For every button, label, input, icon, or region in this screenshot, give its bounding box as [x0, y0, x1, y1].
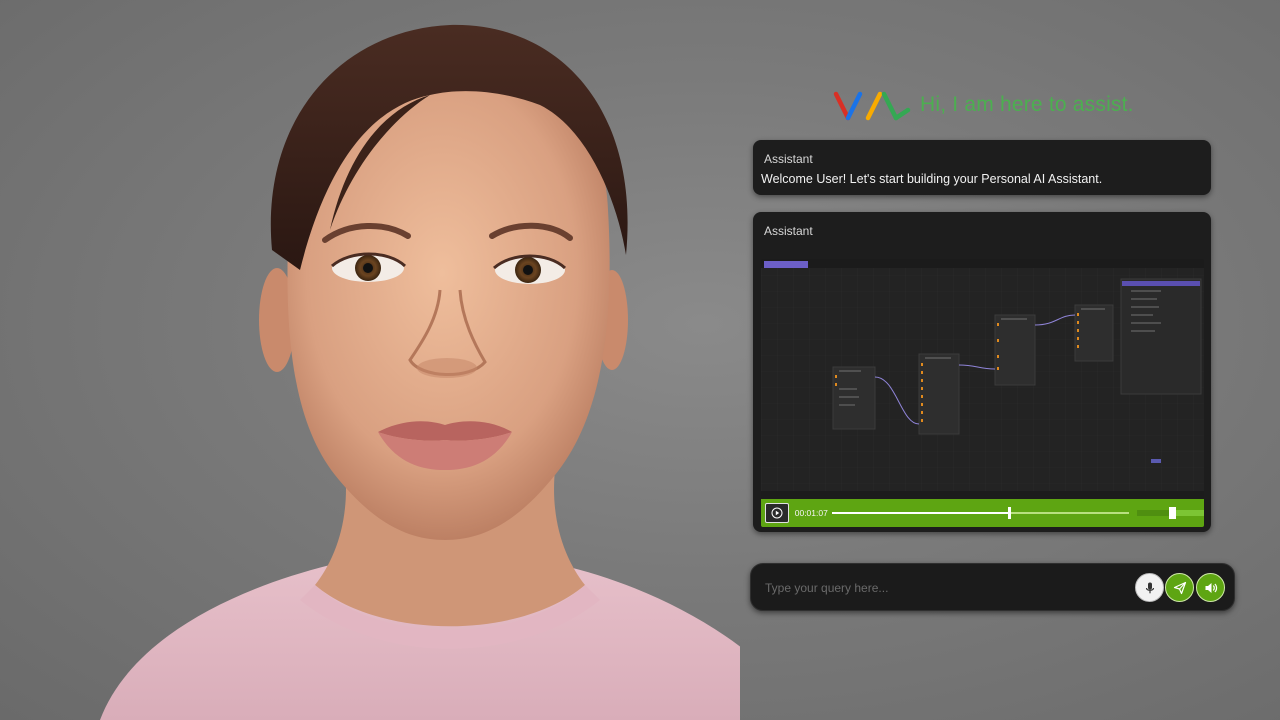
video-controls: 00:01:07: [761, 499, 1204, 527]
send-icon: [1173, 581, 1186, 594]
video-timestamp: 00:01:07: [794, 508, 828, 518]
volume-level: [1136, 510, 1169, 516]
seek-handle[interactable]: [1008, 507, 1012, 519]
volume-handle[interactable]: [1168, 507, 1176, 519]
microphone-button[interactable]: [1135, 573, 1164, 602]
assistant-video-card: Assistant 00:01:07: [753, 212, 1211, 532]
send-button[interactable]: [1165, 573, 1194, 602]
speaker-button[interactable]: [1196, 573, 1225, 602]
greeting-text: Hi, I am here to assist.: [920, 93, 1134, 116]
seek-slider[interactable]: [832, 506, 1129, 520]
seek-progress: [832, 512, 1010, 514]
play-button[interactable]: [765, 503, 789, 523]
message-sender: Assistant: [764, 224, 813, 238]
play-icon: [771, 507, 783, 519]
video-frame-node-editor: [761, 259, 1204, 499]
brand-logo-icon: [833, 91, 911, 121]
video-player[interactable]: 00:01:07: [761, 259, 1204, 527]
message-text: Welcome User! Let's start building your …: [761, 172, 1103, 186]
query-input[interactable]: [763, 574, 1129, 602]
query-bar: [750, 563, 1235, 611]
avatar-image: [100, 24, 740, 720]
volume-slider[interactable]: [1136, 506, 1204, 520]
greeting-header: Hi, I am here to assist.: [832, 88, 1134, 122]
message-sender: Assistant: [764, 152, 813, 166]
microphone-icon: [1145, 582, 1154, 593]
assistant-message-card: Assistant Welcome User! Let's start buil…: [753, 140, 1211, 195]
speaker-icon: [1205, 582, 1217, 593]
